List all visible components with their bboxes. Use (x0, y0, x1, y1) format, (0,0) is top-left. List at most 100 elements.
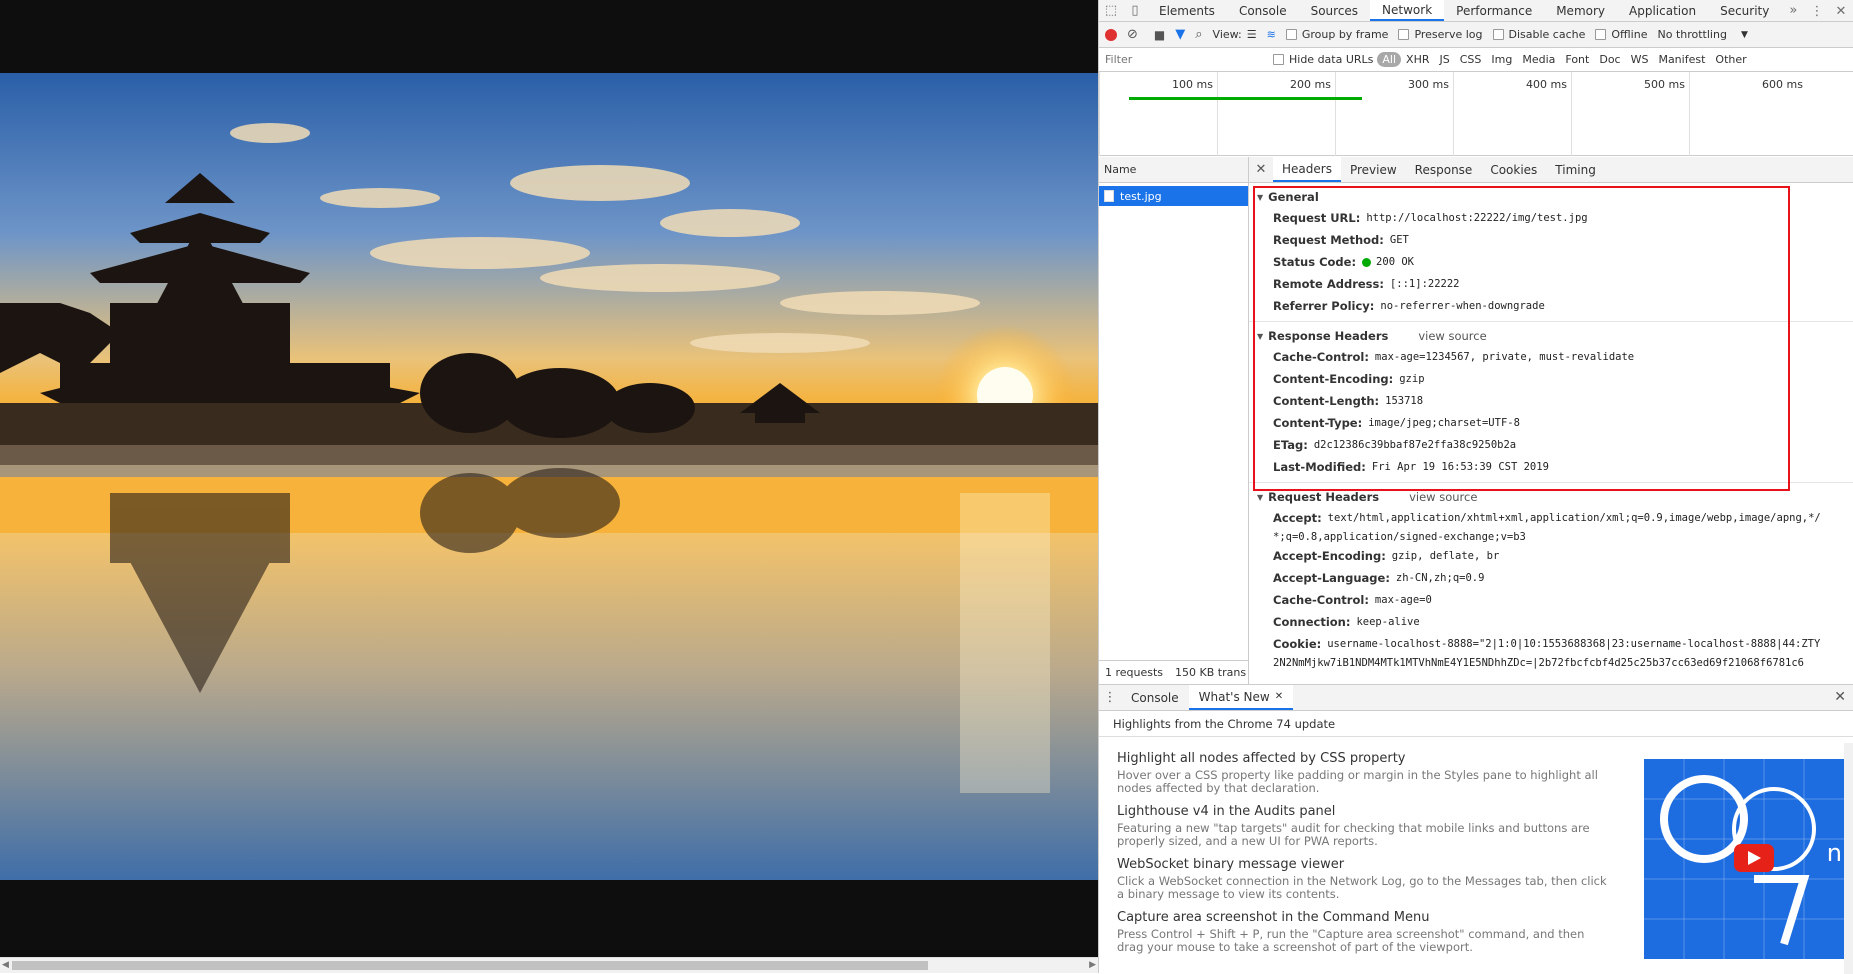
scroll-left-icon[interactable]: ◀ (2, 960, 9, 970)
tab-performance[interactable]: Performance (1444, 0, 1544, 21)
detail-tabbar: ✕ Headers Preview Response Cookies Timin… (1249, 157, 1853, 183)
tab-memory[interactable]: Memory (1544, 0, 1617, 21)
overview-tick: 600 ms (1689, 72, 1807, 156)
tab-timing[interactable]: Timing (1546, 157, 1605, 182)
drawer: ⋮ Console What's New ✕ ✕ Highlights from … (1099, 684, 1853, 974)
filter-type-img[interactable]: Img (1486, 53, 1517, 66)
overview-button[interactable]: ≋ (1267, 28, 1276, 41)
header-row: Accept-Language: zh-CN,zh;q=0.9 (1273, 571, 1485, 585)
whats-new-item[interactable]: Lighthouse v4 in the Audits panel Featuri… (1117, 804, 1607, 848)
tab-response[interactable]: Response (1406, 157, 1482, 182)
checkbox-icon (1398, 29, 1410, 40)
filter-type-ws[interactable]: WS (1626, 53, 1654, 66)
scrollbar-thumb[interactable] (12, 961, 928, 970)
expand-triangle-icon: ▼ (1257, 492, 1264, 502)
request-name: test.jpg (1120, 189, 1162, 203)
network-main: Name test.jpg 1 requests 150 KB trans ✕ … (1099, 157, 1853, 684)
throttling-select[interactable]: No throttling ▼ (1657, 28, 1747, 41)
inspect-element-icon[interactable]: ⬚ (1099, 0, 1123, 21)
whats-new-list: Highlight all nodes affected by CSS prop… (1117, 751, 1607, 963)
header-row: Accept-Encoding: gzip, deflate, br (1273, 549, 1500, 563)
filter-toggle-button[interactable]: ▼ (1175, 27, 1185, 42)
preserve-log-checkbox[interactable]: Preserve log (1398, 28, 1483, 41)
horizontal-scrollbar[interactable]: ◀ ▶ (0, 957, 1098, 973)
tab-elements[interactable]: Elements (1147, 0, 1227, 21)
network-overview[interactable]: 100 ms 200 ms 300 ms 400 ms 500 ms 600 m… (1099, 72, 1853, 156)
drawer-scrollbar[interactable] (1844, 743, 1853, 974)
request-timing-bar (1129, 97, 1362, 100)
clear-icon: ⊘ (1127, 27, 1138, 42)
request-headers-section: ▼ Request Headers view source Accept: text/… (1249, 487, 1853, 671)
close-detail-icon[interactable]: ✕ (1249, 157, 1273, 182)
request-row[interactable]: test.jpg (1099, 186, 1248, 206)
tab-drawer-console[interactable]: Console (1121, 685, 1189, 710)
filter-type-doc[interactable]: Doc (1594, 53, 1625, 66)
header-row: Cookie: username-localhost-8888="2|1:0|10… (1273, 637, 1821, 651)
filter-type-xhr[interactable]: XHR (1401, 53, 1434, 66)
more-tabs-icon[interactable]: » (1781, 0, 1805, 21)
filter-type-other[interactable]: Other (1710, 53, 1751, 66)
drawer-tabbar: ⋮ Console What's New ✕ ✕ (1099, 685, 1853, 711)
whats-new-item[interactable]: WebSocket binary message viewer Click a W… (1117, 857, 1607, 901)
disable-cache-checkbox[interactable]: Disable cache (1492, 28, 1585, 41)
tab-security[interactable]: Security (1708, 0, 1781, 21)
large-rows-button[interactable]: ☰ (1247, 28, 1257, 41)
tab-preview[interactable]: Preview (1341, 157, 1406, 182)
tab-cookies[interactable]: Cookies (1481, 157, 1546, 182)
filter-type-font[interactable]: Font (1560, 53, 1594, 66)
chevron-down-icon: ▼ (1740, 29, 1748, 40)
transfer-size: 150 KB trans (1175, 666, 1247, 679)
tab-console[interactable]: Console (1227, 0, 1299, 21)
throttling-value: No throttling (1657, 28, 1727, 41)
record-button[interactable] (1105, 28, 1117, 41)
whats-new-item[interactable]: Highlight all nodes affected by CSS prop… (1117, 751, 1607, 795)
video-letter: n (1826, 839, 1842, 867)
close-tab-icon[interactable]: ✕ (1275, 691, 1283, 702)
filter-type-manifest[interactable]: Manifest (1653, 53, 1710, 66)
header-row: Cache-Control: max-age=0 (1273, 593, 1432, 607)
file-icon (1104, 190, 1114, 202)
clear-button[interactable]: ⊘ (1127, 27, 1138, 42)
overview-tick: 100 ms (1099, 72, 1217, 156)
customize-menu-icon[interactable]: ⋮ (1805, 0, 1829, 22)
overview-tick: 200 ms (1217, 72, 1335, 156)
drawer-menu-icon[interactable]: ⋮ (1099, 685, 1121, 710)
devtools-panel: ⬚ ▯ Elements Console Sources Network Per… (1098, 0, 1853, 974)
filter-input[interactable] (1105, 50, 1265, 69)
tab-network[interactable]: Network (1370, 0, 1445, 21)
tab-whats-new[interactable]: What's New ✕ (1188, 685, 1294, 710)
close-devtools-icon[interactable]: ✕ (1829, 0, 1853, 22)
view-source-link[interactable]: view source (1409, 490, 1477, 504)
overview-tick: 400 ms (1453, 72, 1571, 156)
hide-data-urls-checkbox[interactable]: Hide data URLs (1273, 53, 1373, 66)
checkbox-icon (1273, 54, 1284, 65)
tab-headers[interactable]: Headers (1273, 157, 1341, 182)
whats-new-item[interactable]: Capture area screenshot in the Command M… (1117, 910, 1607, 954)
screenshot-button[interactable]: ■ (1154, 28, 1165, 42)
group-by-frame-label: Group by frame (1301, 28, 1389, 41)
offline-checkbox[interactable]: Offline (1595, 28, 1647, 41)
list-view-icon: ☰ (1246, 28, 1257, 41)
filter-type-media[interactable]: Media (1517, 53, 1560, 66)
network-toolbar: ⊘ ■ ▼ ⌕ View: ☰ ≋ Group by frame Preserv… (1099, 22, 1853, 48)
filter-type-js[interactable]: JS (1435, 53, 1455, 66)
checkbox-icon (1492, 29, 1504, 40)
tab-sources[interactable]: Sources (1299, 0, 1370, 21)
scroll-right-icon[interactable]: ▶ (1089, 960, 1096, 970)
video-thumbnail[interactable]: n (1644, 759, 1844, 959)
name-column-header[interactable]: Name (1099, 157, 1248, 183)
filter-type-all[interactable]: All (1377, 52, 1402, 67)
search-icon: ⌕ (1195, 27, 1203, 42)
device-toolbar-icon[interactable]: ▯ (1123, 0, 1147, 21)
tab-application[interactable]: Application (1617, 0, 1708, 21)
filter-type-css[interactable]: CSS (1455, 53, 1487, 66)
header-row-continuation: *;q=0.8,application/signed-exchange;v=b3 (1273, 531, 1526, 543)
request-list: Name test.jpg 1 requests 150 KB trans (1099, 157, 1249, 684)
group-by-frame-checkbox[interactable]: Group by frame (1285, 28, 1389, 41)
preserve-log-label: Preserve log (1414, 28, 1483, 41)
search-button[interactable]: ⌕ (1195, 27, 1202, 42)
waterfall-icon: ≋ (1266, 28, 1276, 41)
checkbox-icon (1285, 29, 1297, 40)
close-drawer-icon[interactable]: ✕ (1834, 689, 1846, 705)
filter-bar: Hide data URLs All XHR JS CSS Img Media … (1099, 48, 1853, 72)
